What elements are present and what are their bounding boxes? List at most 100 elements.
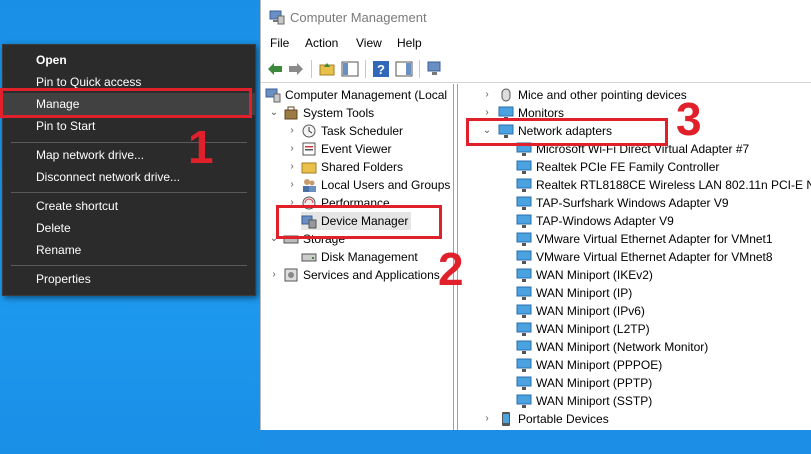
annotation-step-1: 1: [188, 121, 214, 173]
device-label: VMware Virtual Ethernet Adapter for VMne…: [536, 232, 773, 246]
tree-label: Event Viewer: [321, 142, 392, 156]
desktop-strip: [260, 430, 811, 454]
console-tree: Computer Management (Local ⌄ System Tool…: [261, 84, 454, 430]
device-label: VMware Virtual Ethernet Adapter for VMne…: [536, 250, 773, 264]
back-arrow-icon[interactable]: [266, 60, 284, 78]
scan-hardware-icon[interactable]: [426, 60, 444, 78]
device-label: WAN Miniport (PPTP): [536, 376, 653, 390]
menu-help[interactable]: Help: [397, 36, 422, 50]
device-label: WAN Miniport (IPv6): [536, 304, 645, 318]
menu-item-map-network-drive[interactable]: Map network drive...: [3, 144, 255, 166]
tree-label: Task Scheduler: [321, 124, 404, 138]
tree-item-root[interactable]: Computer Management (Local: [265, 86, 453, 104]
tree-item-system-tools[interactable]: System Tools: [283, 104, 453, 122]
menu-item-pin-to-start[interactable]: Pin to Start: [3, 115, 255, 137]
portable-device-icon: [502, 412, 510, 426]
device-label: TAP-Surfshark Windows Adapter V9: [536, 196, 729, 210]
help-icon[interactable]: ?: [372, 60, 390, 78]
menu-file[interactable]: File: [270, 36, 289, 50]
menu-item-properties[interactable]: Properties: [3, 268, 255, 290]
tree-item-task-scheduler[interactable]: Task Scheduler: [301, 122, 453, 140]
network-adapter-item[interactable]: WAN Miniport (Network Monitor): [516, 338, 810, 356]
chevron-right-icon[interactable]: ›: [482, 410, 492, 428]
menu-item-create-shortcut[interactable]: Create shortcut: [3, 195, 255, 217]
action-pane-icon[interactable]: [395, 60, 413, 78]
tree-label: System Tools: [303, 106, 375, 120]
up-folder-icon[interactable]: [318, 60, 336, 78]
forward-arrow-icon[interactable]: [287, 60, 305, 78]
network-adapter-icon: [516, 304, 532, 318]
menu-item-delete[interactable]: Delete: [3, 217, 255, 239]
network-adapter-item[interactable]: WAN Miniport (IP): [516, 284, 810, 302]
network-adapter-icon: [516, 340, 532, 354]
tree-label: Disk Management: [321, 250, 418, 264]
network-adapter-item[interactable]: WAN Miniport (L2TP): [516, 320, 810, 338]
network-adapter-item[interactable]: WAN Miniport (PPTP): [516, 374, 810, 392]
device-category-mice[interactable]: Mice and other pointing devices: [498, 86, 808, 104]
show-hide-console-tree-icon[interactable]: [341, 60, 359, 78]
tree-item-event-viewer[interactable]: Event Viewer: [301, 140, 453, 158]
tree-item-services[interactable]: Services and Applications: [283, 266, 453, 284]
network-adapter-item[interactable]: WAN Miniport (IPv6): [516, 302, 810, 320]
network-adapter-icon: [516, 160, 532, 174]
network-adapter-item[interactable]: Realtek RTL8188CE Wireless LAN 802.11n P…: [516, 176, 811, 194]
device-label: Mice and other pointing devices: [518, 88, 687, 102]
menu-item-rename[interactable]: Rename: [3, 239, 255, 261]
services-icon: [284, 268, 298, 282]
network-adapter-item[interactable]: WAN Miniport (SSTP): [516, 392, 810, 410]
annotation-step-3: 3: [676, 93, 702, 145]
chevron-right-icon[interactable]: ›: [287, 176, 297, 194]
device-label: Portable Devices: [518, 412, 609, 426]
chevron-right-icon[interactable]: ›: [287, 158, 297, 176]
svg-text:?: ?: [377, 62, 385, 77]
clock-icon: [302, 124, 316, 138]
menu-separator: [11, 265, 247, 266]
network-adapter-item[interactable]: VMware Virtual Ethernet Adapter for VMne…: [516, 248, 810, 266]
toolbar-separator: [311, 60, 312, 78]
menu-item-disconnect-network-drive[interactable]: Disconnect network drive...: [3, 166, 255, 188]
title-bar: Computer Management: [261, 0, 811, 34]
menu-separator: [11, 192, 247, 193]
network-adapter-item[interactable]: TAP-Windows Adapter V9: [516, 212, 810, 230]
network-adapter-icon: [516, 268, 532, 282]
network-adapter-icon: [516, 286, 532, 300]
network-adapter-item[interactable]: TAP-Surfshark Windows Adapter V9: [516, 194, 810, 212]
network-adapter-item[interactable]: WAN Miniport (IKEv2): [516, 266, 810, 284]
device-label: WAN Miniport (PPPOE): [536, 358, 663, 372]
chevron-right-icon[interactable]: ›: [287, 122, 297, 140]
device-category-portable[interactable]: Portable Devices: [498, 410, 808, 428]
menu-item-open[interactable]: Open: [3, 49, 255, 71]
context-menu: Open Pin to Quick access Manage Pin to S…: [2, 44, 256, 296]
toolbar-separator: [419, 60, 420, 78]
device-label: WAN Miniport (IP): [536, 286, 633, 300]
chevron-right-icon[interactable]: ›: [287, 140, 297, 158]
chevron-right-icon[interactable]: ›: [269, 266, 279, 284]
chevron-right-icon[interactable]: ›: [482, 86, 492, 104]
network-adapter-item[interactable]: VMware Virtual Ethernet Adapter for VMne…: [516, 230, 810, 248]
window-title: Computer Management: [290, 10, 427, 25]
shared-folder-icon: [301, 162, 317, 174]
network-adapter-icon: [516, 178, 532, 192]
network-adapter-icon: [516, 232, 532, 246]
network-adapter-item[interactable]: WAN Miniport (PPPOE): [516, 356, 810, 374]
menu-action[interactable]: Action: [305, 36, 338, 50]
network-adapter-icon: [516, 250, 532, 264]
tree-label: Local Users and Groups: [321, 178, 451, 192]
tree-item-shared-folders[interactable]: Shared Folders: [301, 158, 453, 176]
menu-view[interactable]: View: [356, 36, 382, 50]
device-label: Realtek PCIe FE Family Controller: [536, 160, 720, 174]
users-icon: [303, 179, 316, 192]
annotation-box-device-manager: [276, 205, 442, 239]
tree-item-disk-management[interactable]: Disk Management: [301, 248, 453, 266]
chevron-down-icon[interactable]: ⌄: [269, 104, 279, 122]
network-adapter-item[interactable]: Realtek PCIe FE Family Controller: [516, 158, 810, 176]
computer-management-icon: [265, 88, 281, 103]
toolbar-separator: [365, 60, 366, 78]
toolbar: ?: [261, 56, 811, 83]
device-label: WAN Miniport (SSTP): [536, 394, 653, 408]
network-adapter-icon: [516, 214, 532, 228]
tree-label: Services and Applications: [303, 268, 440, 282]
network-adapter-icon: [516, 358, 532, 372]
network-adapter-icon: [516, 376, 532, 390]
tree-item-local-users[interactable]: Local Users and Groups: [301, 176, 453, 194]
